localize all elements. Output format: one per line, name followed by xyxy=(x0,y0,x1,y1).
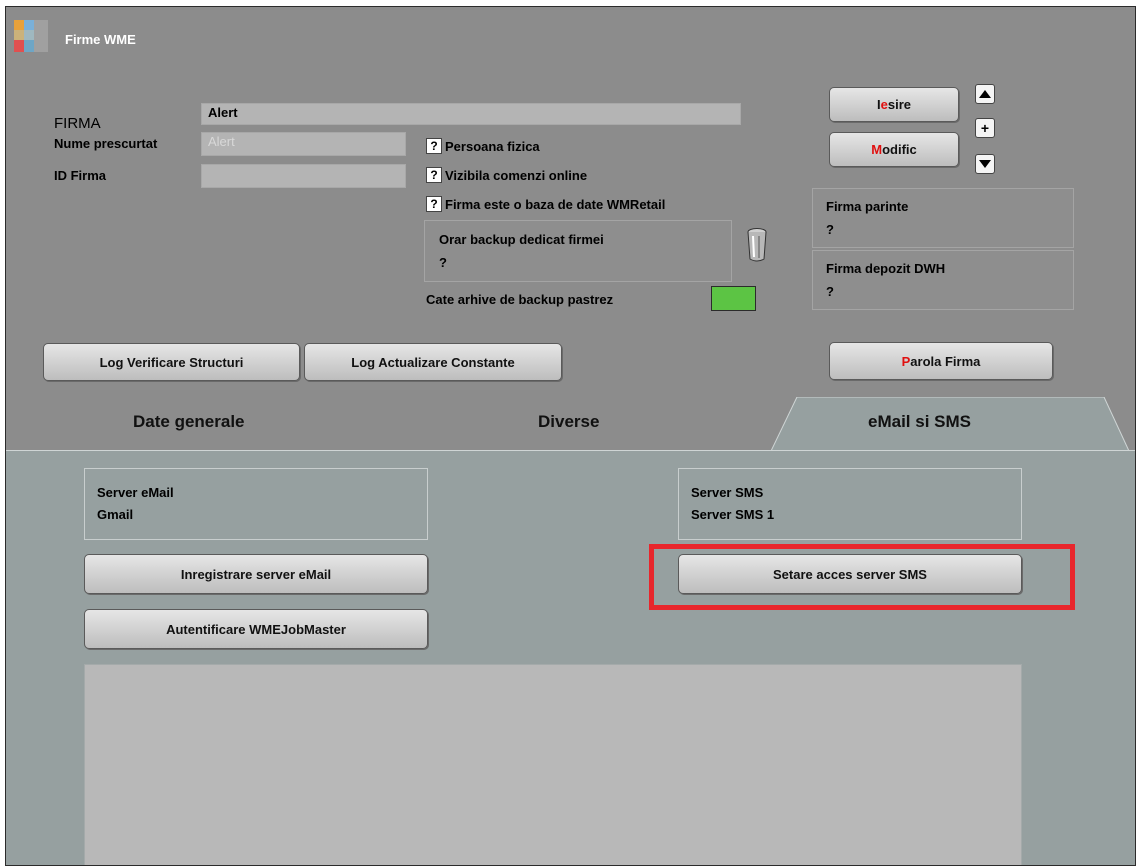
highlight-rectangle xyxy=(649,544,1075,610)
parola-firma-button[interactable]: Parola Firma xyxy=(829,342,1053,380)
firma-depozit-label: Firma depozit DWH xyxy=(826,261,946,276)
id-firma-input[interactable] xyxy=(201,164,406,188)
server-email-value: Gmail xyxy=(97,507,134,522)
firma-baza-date-label: Firma este o baza de date WMRetail xyxy=(445,196,666,212)
nume-prescurtat-input[interactable]: Alert xyxy=(201,132,406,156)
content-area xyxy=(84,664,1022,865)
id-firma-label: ID Firma xyxy=(54,168,107,183)
scroll-down-button[interactable] xyxy=(975,154,995,174)
orar-backup-label: Orar backup dedicat firmei xyxy=(439,232,604,247)
firma-parinte-box[interactable]: Firma parinte ? xyxy=(812,188,1074,248)
orar-backup-value: ? xyxy=(439,255,447,270)
persoana-fizica-label: Persoana fizica xyxy=(445,138,540,154)
add-button[interactable]: + xyxy=(975,118,995,138)
main-window: Firme WME FIRMA Alert Nume prescurtat Al… xyxy=(5,6,1136,866)
log-actualizare-button[interactable]: Log Actualizare Constante xyxy=(304,343,562,381)
tab-diverse[interactable]: Diverse xyxy=(538,412,599,432)
window-title: Firme WME xyxy=(65,32,136,47)
firma-label: FIRMA xyxy=(54,115,101,132)
app-icon xyxy=(14,20,54,56)
arhive-backup-label: Cate arhive de backup pastrez xyxy=(426,292,614,307)
checkbox-indeterminate-icon: ? xyxy=(426,167,442,183)
log-verificare-button[interactable]: Log Verificare Structuri xyxy=(43,343,300,381)
autentificare-jobmaster-button[interactable]: Autentificare WMEJobMaster xyxy=(84,609,428,649)
vizibila-comenzi-label: Vizibila comenzi online xyxy=(445,167,588,183)
email-sms-panel: Server eMail Gmail Server SMS Server SMS… xyxy=(6,450,1135,865)
checkbox-indeterminate-icon: ? xyxy=(426,196,442,212)
iesire-button[interactable]: Ie sire xyxy=(829,87,959,122)
inregistrare-server-email-button[interactable]: Inregistrare server eMail xyxy=(84,554,428,594)
orar-backup-box[interactable]: Orar backup dedicat firmei ? xyxy=(424,220,732,282)
server-sms-box[interactable]: Server SMS Server SMS 1 xyxy=(678,468,1022,540)
persoana-fizica-checkbox[interactable]: ? Persoana fizica xyxy=(426,138,540,154)
tab-date-generale[interactable]: Date generale xyxy=(133,412,245,432)
arrow-up-icon xyxy=(979,90,991,98)
arrow-down-icon xyxy=(979,160,991,168)
server-email-label: Server eMail xyxy=(97,485,174,500)
checkbox-indeterminate-icon: ? xyxy=(426,138,442,154)
firma-parinte-label: Firma parinte xyxy=(826,199,909,214)
firma-input[interactable]: Alert xyxy=(201,103,741,125)
firma-depozit-box[interactable]: Firma depozit DWH ? xyxy=(812,250,1074,310)
firma-depozit-value: ? xyxy=(826,284,834,299)
vizibila-comenzi-checkbox[interactable]: ? Vizibila comenzi online xyxy=(426,167,587,183)
tab-email-sms[interactable]: eMail si SMS xyxy=(771,397,1135,452)
nume-prescurtat-label: Nume prescurtat xyxy=(54,136,158,151)
modific-button[interactable]: Modific xyxy=(829,132,959,167)
server-sms-label: Server SMS xyxy=(691,485,764,500)
tab-email-sms-label: eMail si SMS xyxy=(868,412,971,431)
firma-parinte-value: ? xyxy=(826,222,834,237)
scroll-up-button[interactable] xyxy=(975,84,995,104)
server-sms-value: Server SMS 1 xyxy=(691,507,775,522)
server-email-box[interactable]: Server eMail Gmail xyxy=(84,468,428,540)
trash-icon[interactable] xyxy=(744,226,770,264)
firma-baza-date-checkbox[interactable]: ? Firma este o baza de date WMRetail xyxy=(426,196,665,212)
arhive-backup-indicator[interactable] xyxy=(711,286,756,311)
